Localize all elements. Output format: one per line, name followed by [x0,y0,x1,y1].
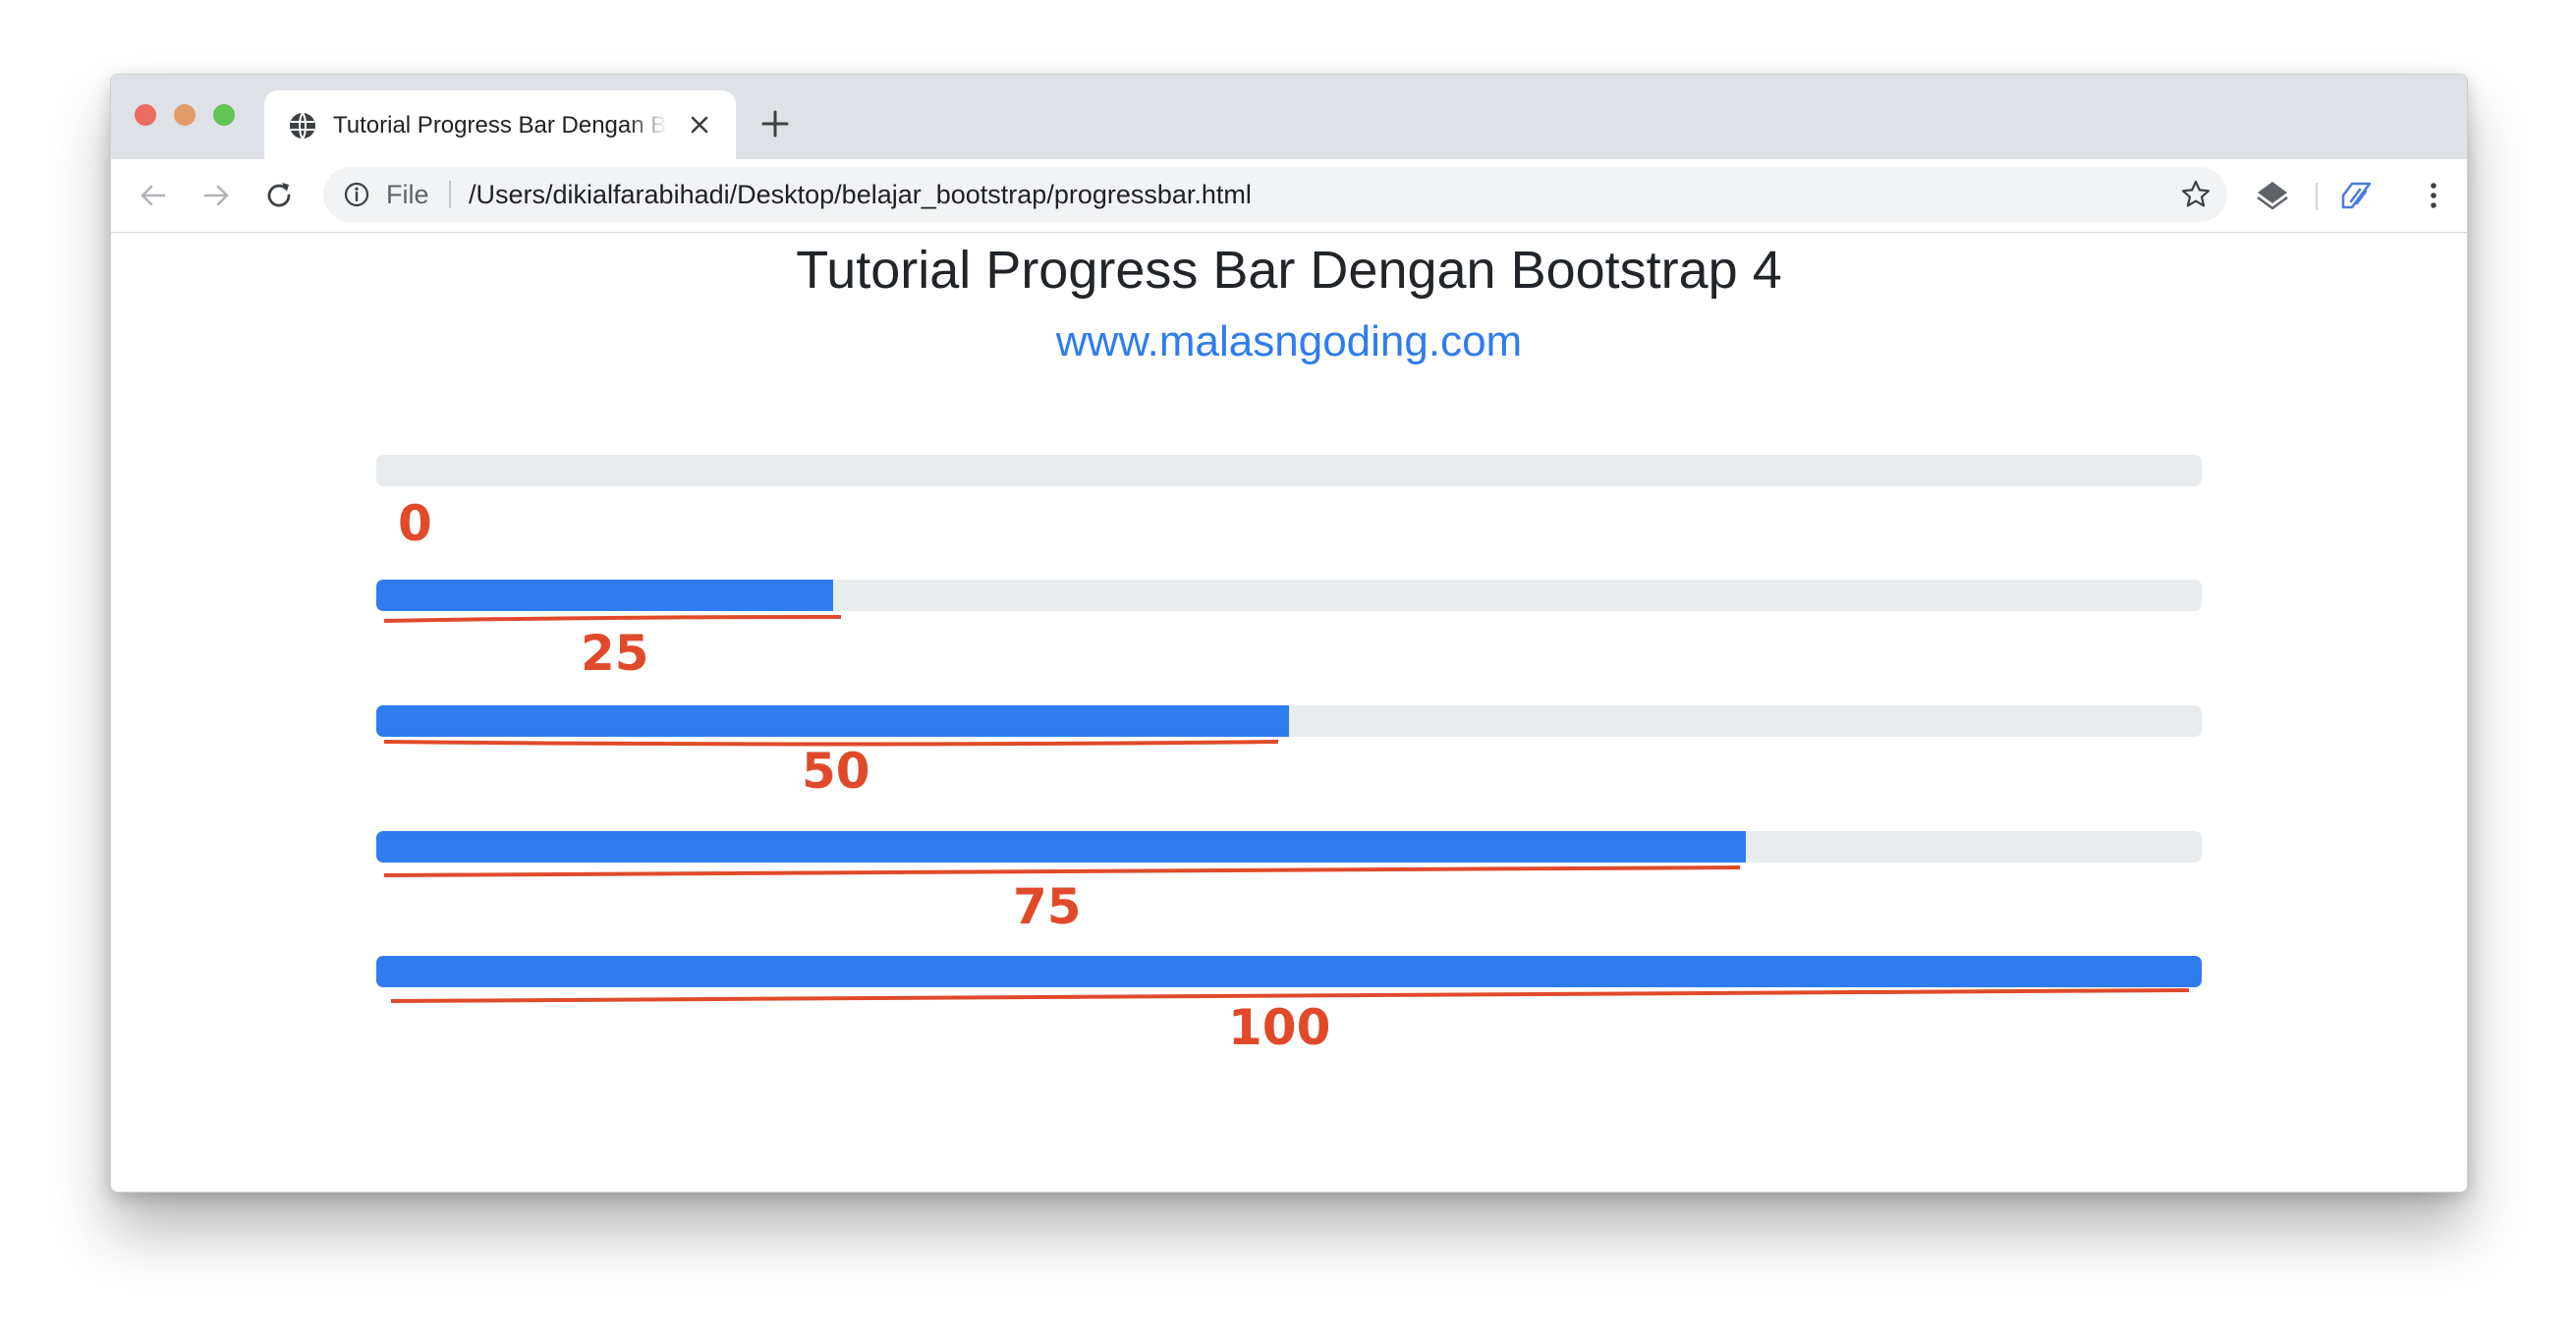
kebab-menu-icon[interactable] [2416,178,2451,213]
annotation-label: 100 [1228,999,1330,1056]
extension-brand-icon[interactable] [2339,178,2375,213]
browser-toolbar: File /Users/dikialfarabihadi/Desktop/bel… [111,159,2467,233]
annotation-label: 75 [1013,878,1082,935]
progress-bar [376,831,1746,863]
progress-track [376,705,2202,737]
plus-icon[interactable] [759,108,791,139]
annotation-label: 0 [398,495,432,552]
progress-track [376,956,2202,987]
layers-icon[interactable] [2255,178,2290,213]
browser-tab[interactable]: Tutorial Progress Bar Dengan Bootstrap 4 [264,90,736,159]
star-icon[interactable] [2180,179,2212,210]
annotation-underline [390,988,2190,1003]
address-bar[interactable]: File /Users/dikialfarabihadi/Desktop/bel… [323,167,2227,222]
annotation-label: 50 [802,743,870,800]
progress-bar [376,580,833,611]
back-arrow-icon[interactable] [137,179,170,212]
address-scheme: File [386,180,429,209]
close-icon[interactable] [687,112,712,138]
reload-icon[interactable] [262,179,296,212]
site-link[interactable]: www.malasngoding.com [111,314,2467,369]
info-icon[interactable] [343,181,370,208]
address-separator [449,181,451,208]
annotation-underline [383,740,1279,747]
forward-arrow-icon[interactable] [199,179,233,212]
globe-icon [290,112,315,139]
progress-bar [376,705,1289,737]
page-content: Tutorial Progress Bar Dengan Bootstrap 4… [111,233,2467,1192]
annotation-label: 25 [581,625,649,682]
progress-track [376,831,2202,863]
progress-track [376,580,2202,611]
browser-window: Tutorial Progress Bar Dengan Bootstrap 4 [110,74,2468,1193]
address-url[interactable]: /Users/dikialfarabihadi/Desktop/belajar_… [469,167,1252,222]
progress-track [376,455,2202,486]
annotation-underline [383,865,1741,877]
tab-title: Tutorial Progress Bar Dengan Bootstrap 4 [333,112,667,139]
tab-strip: Tutorial Progress Bar Dengan Bootstrap 4 [111,75,2467,159]
window-close-button[interactable] [135,104,156,126]
page-title: Tutorial Progress Bar Dengan Bootstrap 4 [796,241,1782,300]
window-minimize-button[interactable] [174,104,196,126]
progress-bar [376,956,2202,987]
annotation-underline [383,615,842,623]
toolbar-divider [2316,183,2318,210]
window-maximize-button[interactable] [213,104,235,126]
